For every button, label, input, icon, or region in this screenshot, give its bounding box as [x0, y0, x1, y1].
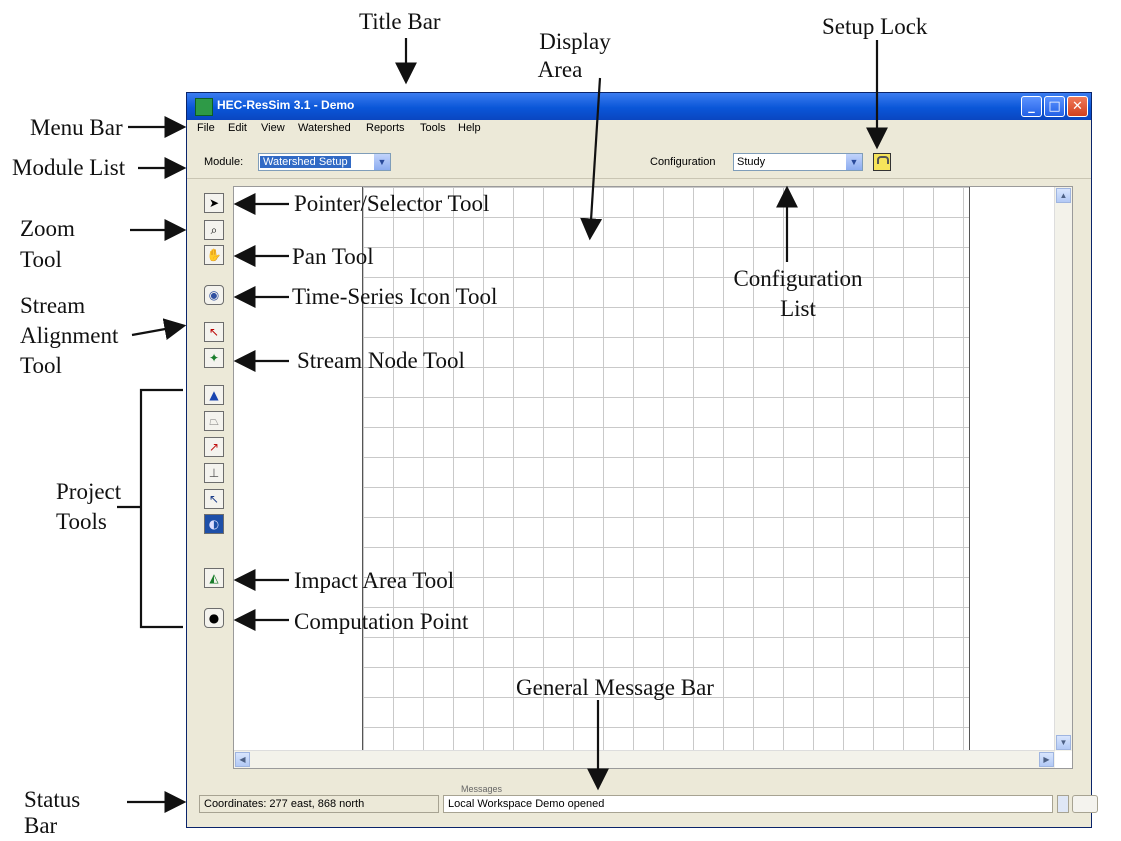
status-bar: Coordinates: 277 east, 868 north Message…	[199, 784, 1098, 815]
window-title: HEC-ResSim 3.1 - Demo	[217, 98, 355, 112]
message-spinner[interactable]	[1057, 795, 1069, 813]
impact-area-icon: ◭	[209, 571, 219, 585]
configuration-value: Study	[737, 156, 766, 168]
maximize-button[interactable]: □	[1044, 96, 1065, 117]
project-tools-callout-line2: Tools	[56, 509, 107, 534]
gage-icon: ⊥	[208, 466, 220, 480]
menu-reports[interactable]: Reports	[366, 122, 405, 134]
impact-area-tool[interactable]: ◭	[204, 568, 224, 588]
stream-alignment-callout-line1: Stream	[20, 293, 86, 318]
module-label: Module:	[204, 156, 244, 168]
stream-alignment-callout-line3: Tool	[20, 353, 62, 378]
display-area-callout-line2: Area	[537, 57, 583, 82]
globe-icon: ◐	[208, 517, 220, 531]
pointer-tool-callout: Pointer/Selector Tool	[294, 191, 490, 216]
pan-tool[interactable]: ✋	[204, 245, 224, 265]
module-value: Watershed Setup	[260, 156, 351, 168]
configuration-list-callout-line1: Configuration	[733, 266, 863, 291]
chevron-down-icon[interactable]: ▼	[846, 154, 862, 170]
pointer-selector-tool[interactable]: ➤	[204, 193, 224, 213]
scroll-right-icon[interactable]: ▶	[1039, 752, 1054, 767]
reservoir-tool[interactable]: ▲	[204, 385, 224, 405]
trapezoid-icon: ⏢	[209, 414, 219, 428]
zoom-tool-callout-line2: Tool	[20, 247, 62, 272]
stream-node-icon: ✦	[208, 351, 220, 365]
time-series-tool-callout: Time-Series Icon Tool	[292, 284, 498, 309]
display-area-callout-line1: Display	[539, 29, 611, 54]
general-message-bar: Local Workspace Demo opened	[443, 795, 1053, 813]
stream-node-tool[interactable]: ✦	[204, 348, 224, 368]
coordinates-text: Coordinates: 277 east, 868 north	[204, 798, 365, 810]
time-series-icon: ◉	[208, 288, 220, 302]
menu-edit[interactable]: Edit	[228, 122, 247, 134]
messages-label: Messages	[461, 784, 503, 794]
stream-node-tool-callout: Stream Node Tool	[297, 348, 465, 373]
title-bar[interactable]: HEC-ResSim 3.1 - Demo _ □ ✕	[187, 93, 1091, 120]
pan-tool-callout: Pan Tool	[292, 244, 374, 269]
pointer-icon: ➤	[208, 196, 220, 210]
zoom-tool[interactable]: ⌕	[204, 220, 224, 240]
configuration-label: Configuration	[650, 156, 716, 168]
stream-alignment-tool[interactable]: ↖	[204, 322, 224, 342]
setup-lock-button[interactable]	[873, 153, 891, 171]
module-row: Module: Watershed Setup ▼ Configuration …	[187, 140, 1091, 179]
horizontal-scrollbar[interactable]: ◀ ▶	[234, 750, 1055, 768]
menu-bar: File Edit View Watershed Reports Tools H…	[187, 120, 1091, 138]
menu-view[interactable]: View	[261, 122, 285, 134]
coordinates-box: Coordinates: 277 east, 868 north	[199, 795, 439, 813]
stream-alignment-callout-line2: Alignment	[20, 323, 119, 348]
message-button[interactable]	[1072, 795, 1098, 813]
minimize-button[interactable]: _	[1021, 96, 1042, 117]
arrow-icon: ↖	[208, 492, 220, 506]
app-icon	[195, 98, 213, 116]
stream-alignment-icon: ↖	[208, 325, 220, 339]
computation-point-callout: Computation Point	[294, 609, 469, 634]
zoom-tool-callout-line1: Zoom	[20, 216, 75, 241]
time-series-icon-tool[interactable]: ◉	[204, 285, 224, 305]
scroll-left-icon[interactable]: ◀	[235, 752, 250, 767]
globe-tool[interactable]: ◐	[204, 514, 224, 534]
menu-help[interactable]: Help	[458, 122, 481, 134]
diagonal-arrow-icon: ↗	[208, 440, 220, 454]
title-bar-callout: Title Bar	[359, 9, 441, 34]
menu-watershed[interactable]: Watershed	[298, 122, 351, 134]
black-circle-icon: ●	[208, 611, 220, 625]
project-tool[interactable]: ↖	[204, 489, 224, 509]
impact-area-tool-callout: Impact Area Tool	[294, 568, 455, 593]
menu-tools[interactable]: Tools	[420, 122, 446, 134]
configuration-select[interactable]: Study ▼	[733, 153, 863, 171]
gage-tool[interactable]: ⊥	[204, 463, 224, 483]
dam-tool[interactable]: ⏢	[204, 411, 224, 431]
setup-lock-callout: Setup Lock	[822, 14, 928, 39]
module-list-callout: Module List	[12, 155, 126, 180]
project-tools-callout-line1: Project	[56, 479, 122, 504]
computation-point-tool[interactable]: ●	[204, 608, 224, 628]
vertical-scrollbar[interactable]: ▲ ▼	[1054, 187, 1072, 751]
menu-bar-callout: Menu Bar	[30, 115, 123, 140]
triangle-icon: ▲	[209, 388, 219, 402]
close-button[interactable]: ✕	[1067, 96, 1088, 117]
scroll-down-icon[interactable]: ▼	[1056, 735, 1071, 750]
general-message-bar-callout: General Message Bar	[516, 675, 714, 700]
message-text: Local Workspace Demo opened	[448, 798, 605, 810]
status-bar-callout-line2: Bar	[24, 813, 58, 838]
magnifier-icon: ⌕	[210, 223, 218, 237]
module-select[interactable]: Watershed Setup ▼	[258, 153, 391, 171]
hand-icon: ✋	[206, 248, 222, 262]
scroll-up-icon[interactable]: ▲	[1056, 188, 1071, 203]
configuration-list-callout-line2: List	[780, 296, 816, 321]
menu-file[interactable]: File	[197, 122, 215, 134]
diversion-tool[interactable]: ↗	[204, 437, 224, 457]
chevron-down-icon[interactable]: ▼	[374, 154, 390, 170]
